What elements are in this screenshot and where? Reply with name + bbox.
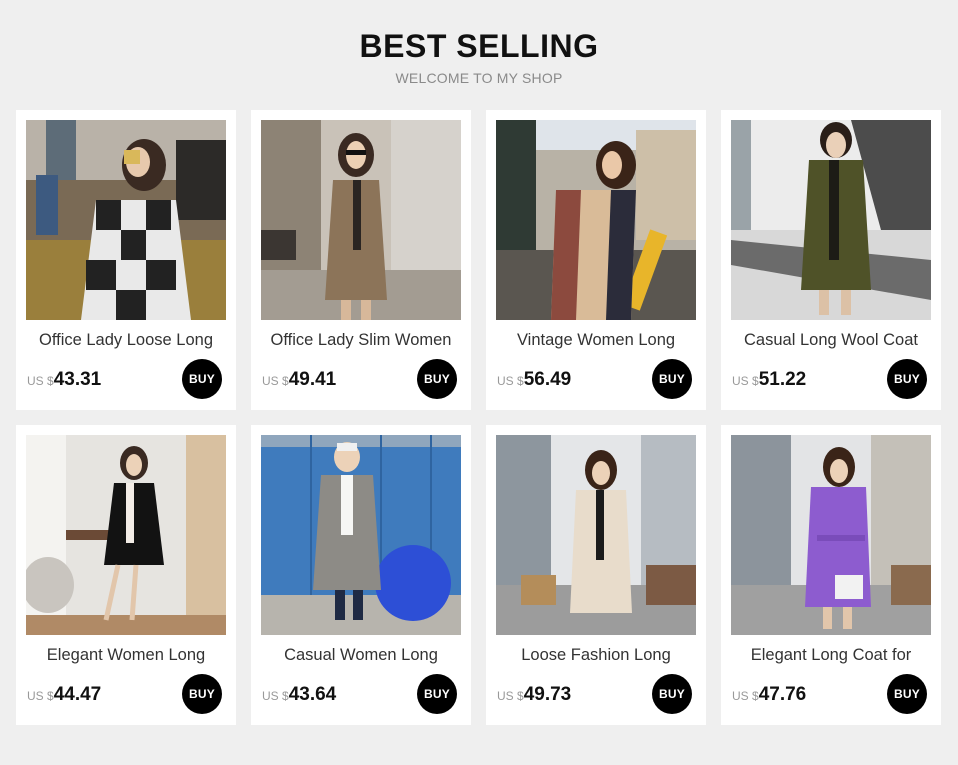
buy-button[interactable]: BUY [182,674,222,714]
price-currency: US $ [27,374,54,388]
section-subtitle: WELCOME TO MY SHOP [395,70,563,86]
product-name[interactable]: Vintage Women Long [486,329,706,351]
product-image[interactable] [496,435,696,635]
price-amount: 47.76 [758,684,807,705]
price-currency: US $ [262,374,289,388]
product-name[interactable]: Office Lady Loose Long [16,329,236,351]
price-currency: US $ [732,374,759,388]
product-price: US $43.64 [262,684,336,707]
product-price: US $49.73 [497,684,571,707]
price-currency: US $ [497,374,524,388]
product-card[interactable]: Office Lady Slim Women US $49.41 BUY [251,110,471,410]
price-amount: 44.47 [53,684,102,705]
product-card[interactable]: Office Lady Loose Long US $43.31 BUY [16,110,236,410]
product-card[interactable]: Elegant Long Coat for US $47.76 BUY [721,425,941,725]
product-name[interactable]: Loose Fashion Long [486,644,706,666]
price-currency: US $ [27,689,54,703]
section-header: BEST SELLING WELCOME TO MY SHOP [0,26,958,87]
product-image[interactable] [26,120,226,320]
price-currency: US $ [732,689,759,703]
product-price: US $44.47 [27,684,101,707]
product-price: US $56.49 [497,369,571,392]
price-amount: 49.73 [523,684,572,705]
buy-button[interactable]: BUY [417,674,457,714]
buy-button[interactable]: BUY [652,359,692,399]
buy-button[interactable]: BUY [417,359,457,399]
product-name[interactable]: Casual Long Wool Coat [721,329,941,351]
product-price: US $47.76 [732,684,806,707]
product-name[interactable]: Elegant Women Long [16,644,236,666]
product-name[interactable]: Casual Women Long [251,644,471,666]
product-card[interactable]: Casual Women Long US $43.64 BUY [251,425,471,725]
product-image[interactable] [26,435,226,635]
product-card[interactable]: Loose Fashion Long US $49.73 BUY [486,425,706,725]
buy-button[interactable]: BUY [887,674,927,714]
product-card[interactable]: Vintage Women Long US $56.49 BUY [486,110,706,410]
product-image[interactable] [496,120,696,320]
section-title: BEST SELLING [359,28,599,64]
price-currency: US $ [262,689,289,703]
product-price: US $49.41 [262,369,336,392]
product-name[interactable]: Elegant Long Coat for [721,644,941,666]
price-amount: 43.64 [288,684,337,705]
product-image[interactable] [731,435,931,635]
product-card[interactable]: Elegant Women Long US $44.47 BUY [16,425,236,725]
product-image[interactable] [731,120,931,320]
price-currency: US $ [497,689,524,703]
product-card[interactable]: Casual Long Wool Coat US $51.22 BUY [721,110,941,410]
product-grid: Office Lady Loose Long US $43.31 BUY Off… [16,110,941,725]
price-amount: 56.49 [523,369,572,390]
product-image[interactable] [261,120,461,320]
buy-button[interactable]: BUY [652,674,692,714]
product-price: US $43.31 [27,369,101,392]
price-amount: 43.31 [53,369,102,390]
product-price: US $51.22 [732,369,806,392]
product-image[interactable] [261,435,461,635]
buy-button[interactable]: BUY [182,359,222,399]
price-amount: 51.22 [758,369,807,390]
product-name[interactable]: Office Lady Slim Women [251,329,471,351]
buy-button[interactable]: BUY [887,359,927,399]
price-amount: 49.41 [288,369,337,390]
